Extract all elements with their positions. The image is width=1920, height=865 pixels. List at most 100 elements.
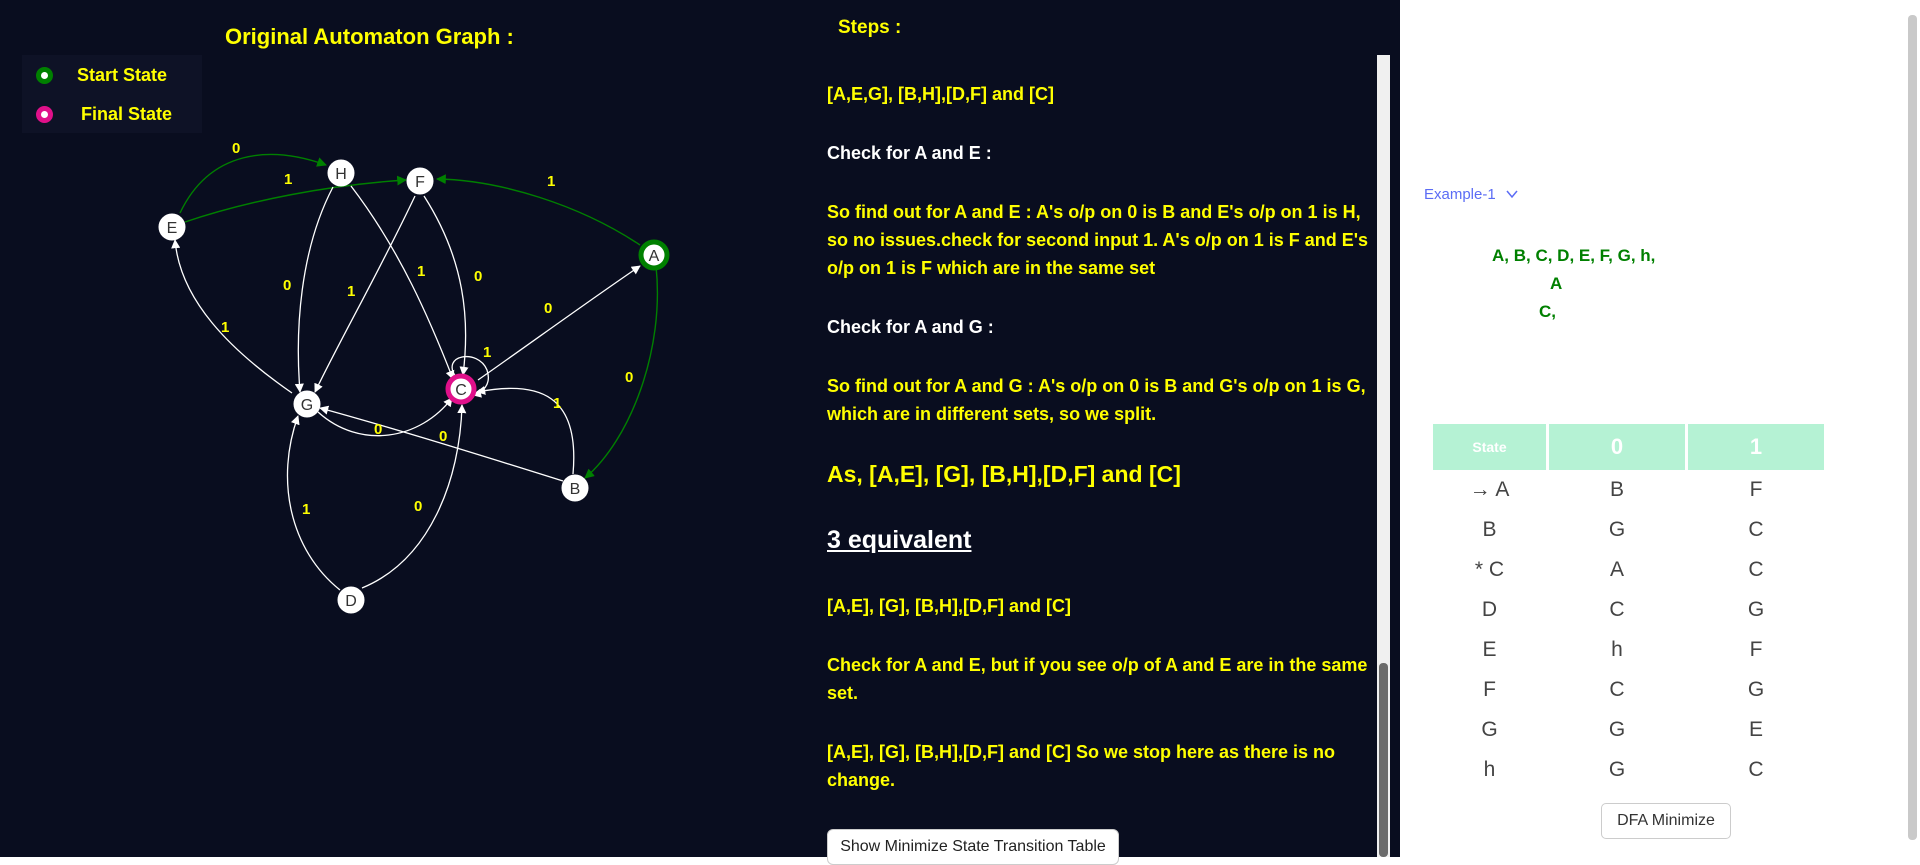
state-label: F [415,174,425,191]
edge-label: 0 [439,428,447,445]
table-cell: E [1482,638,1497,661]
edge-label: 1 [483,344,491,361]
dfa-minimize-button[interactable]: DFA Minimize [1601,803,1731,839]
table-cell: G [1608,718,1626,741]
state-label: B [570,481,581,498]
step-text: Check for A and E, but if you see o/p of… [827,655,1368,703]
state-label: A [649,248,660,265]
step-text: [A,E,G], [B,H],[D,F] and [C] [827,84,1054,104]
table-cell: G [1608,518,1626,541]
table-row: F C G [1433,670,1824,710]
edge-label: 0 [232,140,240,157]
table-cell: * C [1474,558,1505,581]
state-node-f[interactable]: F [406,167,434,195]
edge-g-e [171,239,293,394]
steps-title: Steps : [838,17,902,38]
table-header: 1 [1688,424,1824,470]
table-cell: G [1747,598,1765,621]
state-node-b[interactable]: B [561,474,589,502]
table-cell: C [1609,598,1625,621]
table-row: G G E [1433,710,1824,750]
step-text: Check for A and E : [827,143,992,163]
step-text: Check for A and G : [827,317,994,337]
state-node-g[interactable]: G [293,390,321,418]
edge-label: 0 [374,421,382,438]
edge-h-g [294,186,334,393]
table-cell: B [1482,518,1497,541]
state-node-c[interactable]: C [445,373,477,405]
edge-label: 1 [302,501,310,518]
edge-label: 1 [553,395,561,412]
table-cell: → A [1469,478,1510,501]
table-row: h G C [1433,750,1824,790]
table-row: * C A C [1433,550,1824,590]
edge-c-a [477,265,641,381]
edge-g-g [317,397,453,437]
steps-scrollbar[interactable] [1377,55,1390,857]
table-cell: C [1609,678,1625,701]
edge-a-f [436,174,641,246]
edge-label: 0 [283,277,291,294]
scroll-thumb[interactable] [1908,15,1917,840]
table-cell: F [1749,638,1763,661]
automaton-graph: 0 1 1 0 1 1 0 0 1 1 0 1 0 0 1 0 H F E A … [158,140,670,614]
edge-h-c [350,185,455,380]
table-row: B G C [1433,510,1824,550]
table-cell: C [1748,758,1764,781]
table-cell: C [1748,558,1764,581]
state-label: D [345,593,357,610]
edge-label: 1 [417,263,425,280]
table-cell: G [1747,678,1765,701]
step-text: So find out for A and E : A's o/p on 0 i… [827,202,1369,278]
states-list: A, B, C, D, E, F, G, h, [1492,246,1656,265]
state-node-e[interactable]: E [158,213,186,241]
edge-label: 0 [474,268,482,285]
table-cell: B [1609,478,1624,501]
example-select[interactable]: Example-1 [1424,186,1518,203]
step-text: [A,E], [G], [B,H],[D,F] and [C] So we st… [827,742,1336,790]
step-text: [A,E], [G], [B,H],[D,F] and [C] [827,596,1071,616]
table-cell: D [1481,598,1498,621]
state-node-h[interactable]: H [327,159,355,187]
table-cell: F [1483,678,1496,701]
table-cell: A [1609,558,1624,581]
edge-label: 1 [284,171,292,188]
table-header: State [1433,424,1546,470]
scroll-thumb[interactable] [1379,663,1388,857]
table-row: E h F [1433,630,1824,670]
edge-label: 1 [547,173,555,190]
state-node-d[interactable]: D [337,586,365,614]
table-cell: G [1608,758,1626,781]
edge-a-b [584,265,659,479]
edge-f-g [314,195,416,393]
step-heading: As, [A,E], [G], [B,H],[D,F] and [C] [827,461,1181,487]
edge-f-c [423,195,469,376]
table-cell: E [1748,718,1763,741]
state-label: G [301,397,313,414]
page-scrollbar[interactable] [1905,0,1920,857]
edge-d-g [286,415,341,591]
table-cell: F [1749,478,1763,501]
edge-label: 1 [347,283,355,300]
start-state-text: A [1550,274,1563,293]
table-row: D C G [1433,590,1824,630]
edge-label: 1 [221,319,229,336]
edge-label: 0 [625,369,633,386]
table-cell: G [1481,718,1498,741]
edge-label: 0 [544,300,552,317]
edge-label: 0 [414,498,422,515]
table-cell: C [1748,518,1764,541]
example-select-value: Example-1 [1424,186,1496,203]
show-minimize-table-button[interactable]: Show Minimize State Transition Table [827,829,1119,865]
table-row: → A B F [1433,470,1824,510]
state-node-a[interactable]: A [638,239,670,271]
final-states-text: C, [1539,302,1556,321]
step-text: So find out for A and G : A's o/p on 0 i… [827,376,1366,424]
table-header: 0 [1549,424,1685,470]
state-label: E [167,220,178,237]
edge-e-h [179,153,327,214]
state-label: H [335,166,347,183]
state-label: C [455,382,467,399]
transition-table: State 0 1 → A B F B G C * C A C D C G E … [1430,424,1827,790]
step-heading: 3 equivalent [827,526,972,554]
